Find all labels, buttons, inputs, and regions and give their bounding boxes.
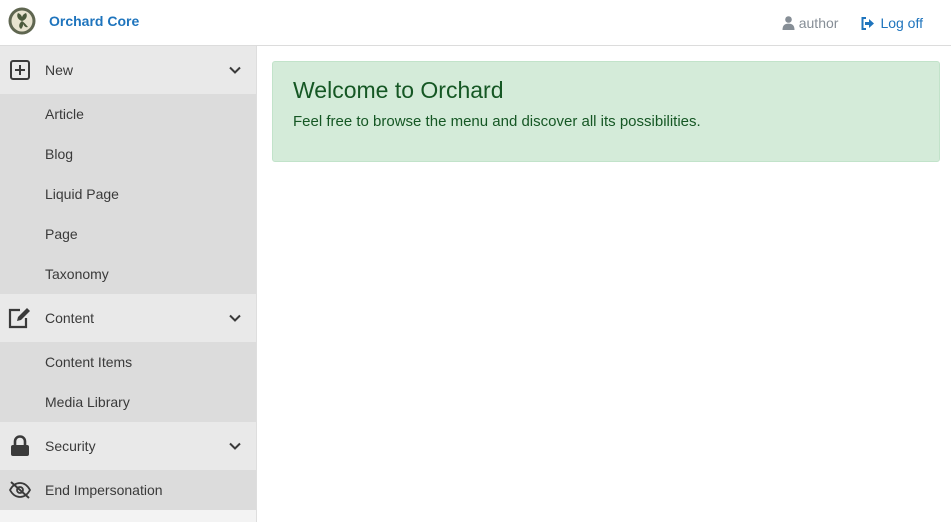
menu-group-content[interactable]: Content [0,294,256,342]
plus-square-icon [8,58,32,82]
user-link[interactable]: author [782,15,839,31]
menu-item-end-impersonation[interactable]: End Impersonation [0,470,256,510]
edit-icon [8,306,32,330]
logoff-link[interactable]: Log off [861,15,923,31]
alert-title: Welcome to Orchard [293,77,504,103]
menu-sublist-new: Article Blog Liquid Page Page Taxonomy [0,94,256,294]
admin-sidebar: New Article Blog Liquid Page Page Taxono… [0,46,257,522]
menu-item-liquid-page[interactable]: Liquid Page [0,174,256,214]
orchard-logo-icon [8,7,36,35]
brand-name: Orchard Core [49,13,140,29]
menu-item-blog[interactable]: Blog [0,134,256,174]
menu-item-taxonomy[interactable]: Taxonomy [0,254,256,294]
eye-slash-icon [8,478,32,502]
top-navbar: Orchard Core author Log off [0,0,951,46]
menu-item-media-library[interactable]: Media Library [0,382,256,422]
chevron-down-icon [229,66,241,74]
menu-group-label: New [45,62,74,78]
menu-item-article[interactable]: Article [0,94,256,134]
menu-group-label: Security [45,438,96,454]
lock-icon [8,434,32,458]
menu-group-label: Content [45,310,95,326]
welcome-alert: Welcome to Orchard Feel free to browse t… [272,61,940,162]
menu-item-content-items[interactable]: Content Items [0,342,256,382]
user-menu: author Log off [782,0,951,46]
chevron-down-icon [229,442,241,450]
alert-text: Feel free to browse the menu and discove… [293,113,701,130]
chevron-down-icon [229,314,241,322]
menu-group-security[interactable]: Security [0,422,256,470]
logoff-label: Log off [880,15,923,31]
sign-out-icon [861,16,875,30]
end-impersonation-label: End Impersonation [45,482,163,498]
main-content: Welcome to Orchard Feel free to browse t… [272,61,940,162]
user-name: author [798,15,839,31]
menu-group-new[interactable]: New [0,46,256,94]
user-icon [782,16,795,30]
menu-sublist-content: Content Items Media Library [0,342,256,422]
brand-link[interactable]: Orchard Core [8,7,139,35]
menu-item-page[interactable]: Page [0,214,256,254]
